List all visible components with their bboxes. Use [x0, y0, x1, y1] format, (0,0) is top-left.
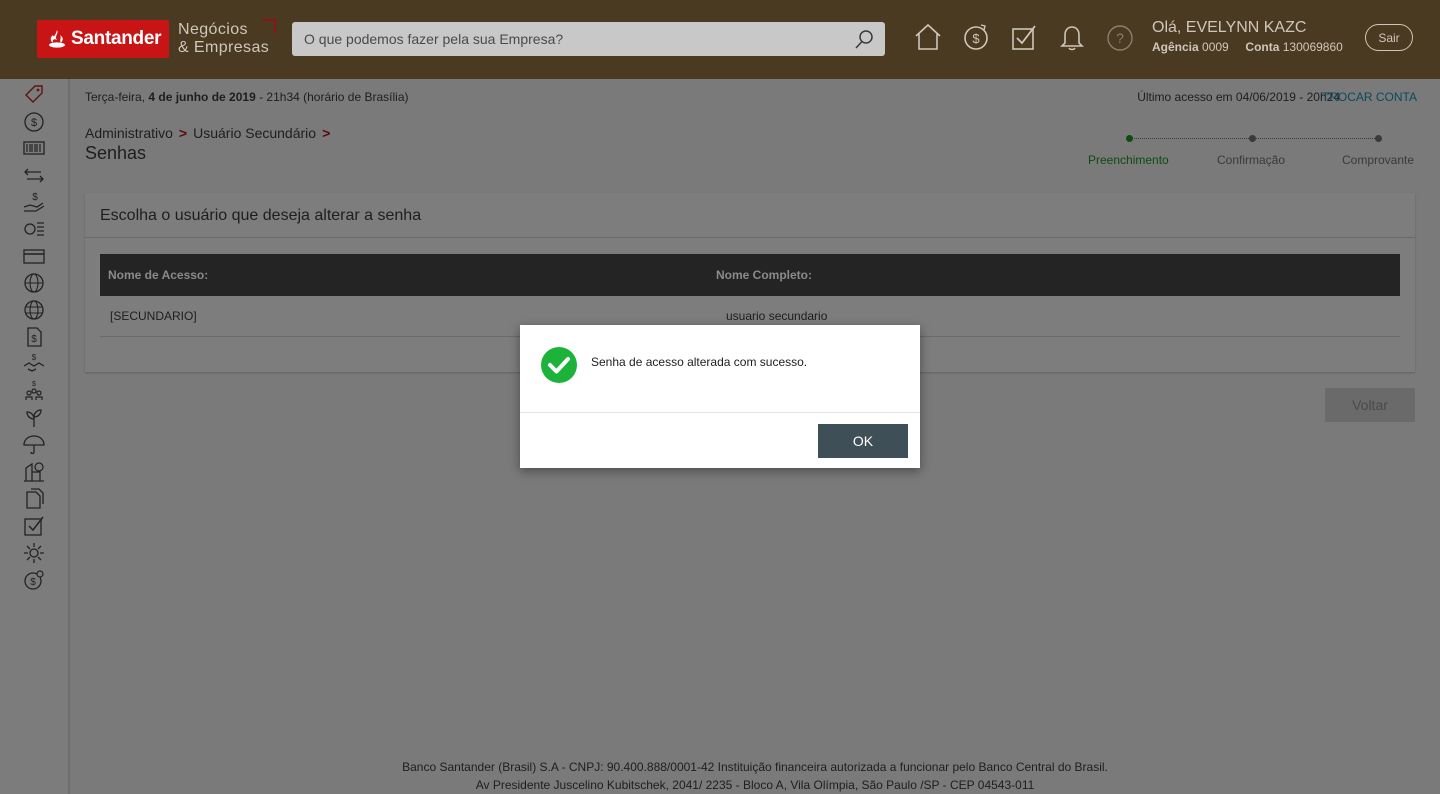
step-label-comprovante: Comprovante: [1342, 153, 1415, 167]
page-title: Senhas: [85, 143, 147, 163]
subbrand: Negócios & Empresas: [178, 21, 269, 57]
date-bold: 4 de junho de 2019: [148, 90, 256, 104]
conta-label: Conta: [1245, 40, 1280, 54]
svg-text:?: ?: [1116, 30, 1124, 46]
building-icon[interactable]: [22, 460, 46, 484]
change-account-link[interactable]: TROCAR CONTA: [1322, 90, 1417, 104]
subbrand-line-1: Negócios: [178, 21, 248, 38]
column-header-full-name: Nome Completo:: [716, 268, 812, 282]
conta-value: 130069860: [1282, 40, 1343, 54]
document-money-icon[interactable]: $: [22, 325, 46, 349]
barcode-icon[interactable]: [22, 136, 46, 160]
dialog-message: Senha de acesso alterada com sucesso.: [591, 355, 808, 369]
cell-access-name: [SECUNDARIO]: [110, 309, 197, 323]
breadcrumb-item-usuario-secundario[interactable]: Usuário Secundário: [193, 125, 316, 141]
people-money-icon[interactable]: $: [22, 379, 46, 403]
bell-icon[interactable]: [1057, 21, 1087, 53]
success-dialog: Senha de acesso alterada com sucesso. OK: [520, 325, 920, 468]
logout-button[interactable]: Sair: [1365, 24, 1413, 51]
footer: Banco Santander (Brasil) S.A - CNPJ: 90.…: [70, 758, 1440, 794]
footer-line-2: Av Presidente Juscelino Kubitschek, 2041…: [475, 778, 1035, 792]
progress-stepper: Preenchimento Confirmação Comprovante: [1080, 134, 1420, 174]
top-header: Santander Negócios & Empresas $ ? Olá, E…: [0, 0, 1440, 79]
checklist-icon[interactable]: [22, 514, 46, 538]
sidebar-nav: $ $ $ $ $ $: [0, 79, 70, 794]
svg-text:$: $: [32, 353, 37, 362]
breadcrumb-separator: >: [322, 125, 331, 141]
cell-full-name: usuario secundario: [726, 309, 828, 323]
dollar-circle-icon[interactable]: $: [961, 21, 991, 53]
help-icon[interactable]: ?: [1105, 21, 1135, 53]
home-icon[interactable]: [913, 21, 943, 53]
flame-icon: [49, 30, 65, 48]
last-access: Último acesso em 04/06/2019 - 20h24: [1137, 90, 1340, 104]
plant-icon[interactable]: [22, 406, 46, 430]
card-icon[interactable]: [22, 244, 46, 268]
step-dot-comprovante: [1375, 135, 1382, 142]
svg-text:$: $: [30, 577, 36, 588]
search-input[interactable]: [292, 22, 885, 56]
documents-icon[interactable]: [22, 487, 46, 511]
table-header: Nome de Acesso: Nome Completo:: [100, 254, 1400, 296]
card-heading: Escolha o usuário que deseja alterar a s…: [85, 193, 1415, 238]
search-box: [292, 22, 885, 56]
dialog-body: Senha de acesso alterada com sucesso.: [520, 325, 920, 413]
logo-corner-accent: [262, 19, 276, 33]
svg-text:$: $: [972, 31, 980, 46]
breadcrumb-separator: >: [178, 125, 188, 141]
globe-icon[interactable]: [22, 271, 46, 295]
step-dot-confirmacao: [1249, 135, 1256, 142]
dollar-icon[interactable]: $: [22, 109, 46, 133]
step-label-confirmacao: Confirmação: [1217, 153, 1286, 167]
brand-name: Santander: [71, 28, 162, 49]
globe-2-icon[interactable]: [22, 298, 46, 322]
santander-logo[interactable]: Santander: [37, 20, 169, 58]
user-greeting: Olá, EVELYNN KAZC: [1152, 19, 1307, 36]
date-prefix: Terça-feira,: [85, 90, 146, 104]
subbrand-line-2: & Empresas: [178, 39, 270, 56]
step-dot-preenchimento: [1126, 135, 1133, 142]
money-clock-icon[interactable]: $: [22, 568, 46, 592]
last-access-label: Último acesso em: [1137, 90, 1233, 104]
svg-text:$: $: [31, 117, 37, 129]
agencia-value: 0009: [1202, 40, 1229, 54]
back-button[interactable]: Voltar: [1325, 388, 1415, 422]
bill-list-icon[interactable]: [22, 217, 46, 241]
umbrella-icon[interactable]: [22, 433, 46, 457]
date-suffix: - 21h34 (horário de Brasília): [259, 90, 409, 104]
svg-text:$: $: [32, 381, 36, 388]
account-info: Agência 0009 Conta 130069860: [1152, 40, 1343, 54]
transfer-icon[interactable]: [22, 163, 46, 187]
agencia-label: Agência: [1152, 40, 1199, 54]
svg-text:$: $: [31, 334, 37, 345]
handshake-icon[interactable]: $: [22, 352, 46, 376]
footer-line-1: Banco Santander (Brasil) S.A - CNPJ: 90.…: [402, 760, 1108, 774]
breadcrumb: Administrativo > Usuário Secundário >: [85, 125, 336, 141]
gear-icon[interactable]: [22, 541, 46, 565]
svg-text:$: $: [32, 192, 38, 203]
step-label-preenchimento: Preenchimento: [1088, 153, 1169, 167]
search-icon[interactable]: [853, 28, 875, 50]
success-check-icon: [541, 347, 577, 383]
ok-button[interactable]: OK: [818, 424, 908, 458]
tag-icon[interactable]: [22, 82, 46, 106]
hand-money-icon[interactable]: $: [22, 190, 46, 214]
column-header-access-name: Nome de Acesso:: [108, 268, 209, 282]
breadcrumb-item-administrativo[interactable]: Administrativo: [85, 125, 173, 141]
checkbox-icon[interactable]: [1009, 21, 1039, 53]
current-date: Terça-feira, 4 de junho de 2019 - 21h34 …: [85, 90, 409, 104]
